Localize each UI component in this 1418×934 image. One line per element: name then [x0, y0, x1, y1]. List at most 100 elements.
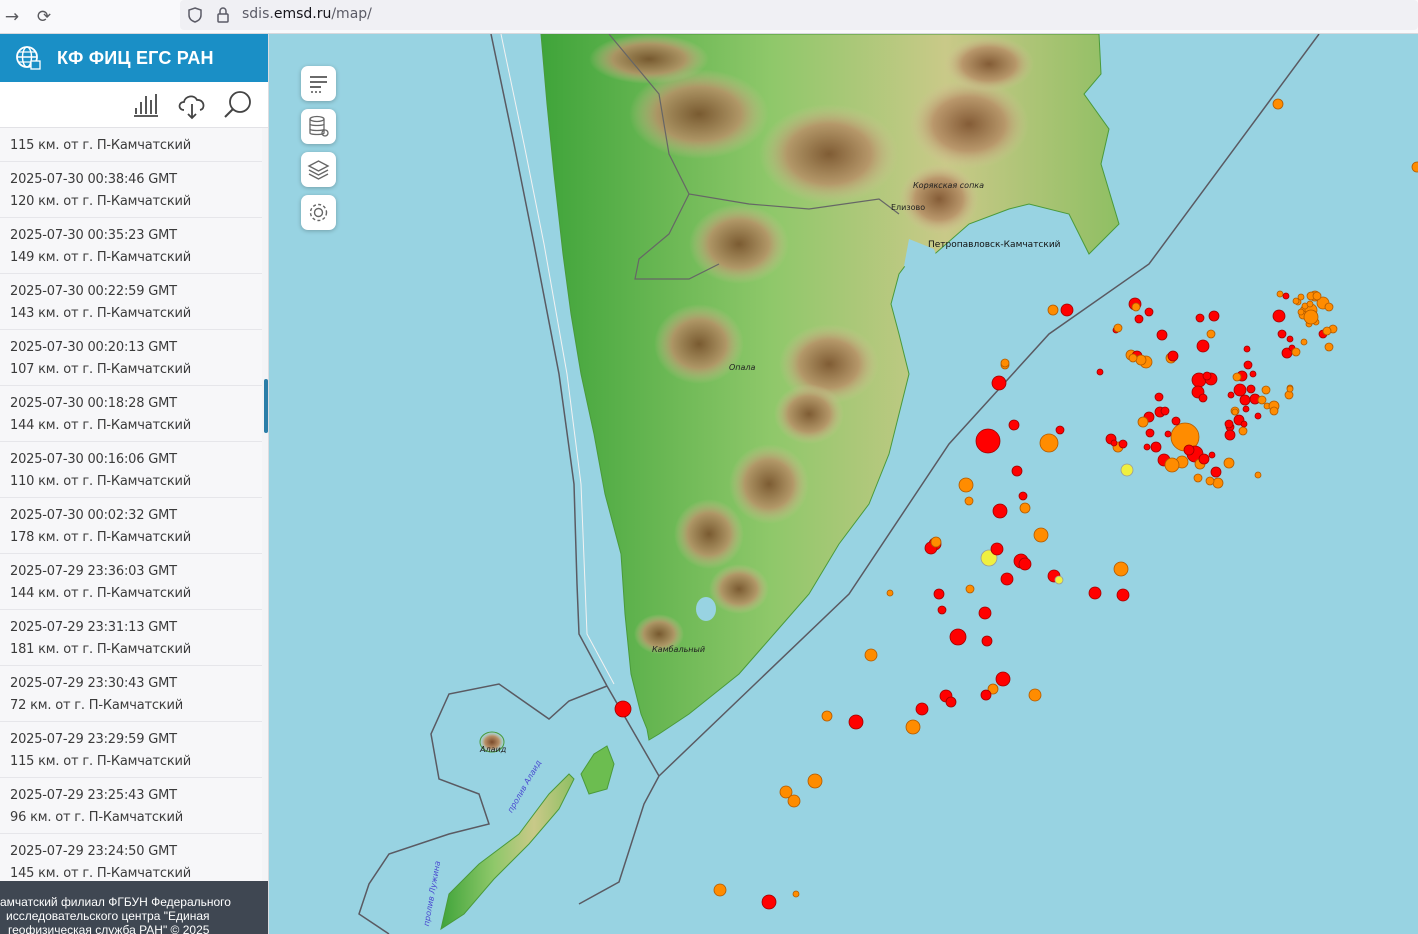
- earthquake-marker[interactable]: [1195, 313, 1205, 323]
- earthquake-marker[interactable]: [991, 375, 1007, 391]
- earthquake-marker[interactable]: [1143, 443, 1151, 451]
- earthquake-marker[interactable]: [1272, 309, 1286, 323]
- earthquake-marker[interactable]: [1116, 588, 1130, 602]
- earthquake-marker[interactable]: [1210, 466, 1222, 478]
- earthquake-marker[interactable]: [1223, 457, 1235, 469]
- earthquake-marker[interactable]: [995, 671, 1011, 687]
- list-item[interactable]: 2025-07-30 00:22:59 GMT 143 км. от г. П-К…: [0, 274, 262, 330]
- earthquake-marker[interactable]: [1205, 476, 1215, 486]
- earthquake-marker[interactable]: [1193, 473, 1203, 483]
- earthquake-marker[interactable]: [1145, 428, 1155, 438]
- earthquake-marker[interactable]: [915, 702, 929, 716]
- list-item[interactable]: 2025-07-30 00:20:13 GMT 107 км. от г. П-К…: [0, 330, 262, 386]
- earthquake-marker[interactable]: [1292, 297, 1300, 305]
- earthquake-marker[interactable]: [1232, 372, 1242, 382]
- earthquake-marker[interactable]: [1028, 688, 1042, 702]
- earthquake-marker[interactable]: [1096, 368, 1104, 376]
- earthquake-marker[interactable]: [1297, 308, 1305, 316]
- earthquake-marker[interactable]: [864, 648, 878, 662]
- earthquake-marker[interactable]: [981, 635, 993, 647]
- earthquake-marker[interactable]: [1224, 429, 1236, 441]
- list-item[interactable]: 2025-07-29 23:31:13 GMT 181 км. от г. П-К…: [0, 610, 262, 666]
- earthquake-marker[interactable]: [930, 536, 942, 548]
- earthquake-marker[interactable]: [1276, 290, 1284, 298]
- earthquake-marker[interactable]: [1120, 463, 1134, 477]
- earthquake-marker[interactable]: [1164, 457, 1180, 473]
- earthquake-marker[interactable]: [1156, 329, 1168, 341]
- earthquake-marker[interactable]: [980, 689, 992, 701]
- earthquake-marker[interactable]: [1198, 453, 1210, 465]
- reload-icon[interactable]: ⟳: [32, 5, 56, 29]
- earthquake-marker[interactable]: [1206, 329, 1216, 339]
- earthquake-marker[interactable]: [1233, 383, 1247, 397]
- earthquake-marker[interactable]: [1261, 385, 1271, 395]
- map-view[interactable]: Корякская сопка Елизово Петропавловск-Ка…: [269, 34, 1418, 934]
- earthquake-marker[interactable]: [761, 894, 777, 910]
- earthquake-marker[interactable]: [1039, 433, 1059, 453]
- earthquake-marker[interactable]: [1018, 491, 1028, 501]
- earthquake-marker[interactable]: [1254, 471, 1262, 479]
- layers-list-button[interactable]: [301, 66, 336, 101]
- stack-layers-button[interactable]: [301, 152, 336, 187]
- earthquake-marker[interactable]: [1047, 304, 1059, 316]
- earthquake-marker[interactable]: [1171, 416, 1181, 426]
- earthquake-marker[interactable]: [1257, 395, 1267, 405]
- earthquake-marker[interactable]: [1113, 323, 1123, 333]
- earthquake-marker[interactable]: [945, 696, 957, 708]
- settings-button[interactable]: [301, 195, 336, 230]
- url-text[interactable]: sdis.emsd.ru/map/: [242, 6, 372, 22]
- earthquake-marker[interactable]: [1055, 425, 1065, 435]
- earthquake-marker[interactable]: [1183, 444, 1195, 456]
- earthquake-marker[interactable]: [1137, 416, 1149, 428]
- earthquake-marker[interactable]: [1208, 451, 1216, 459]
- earthquake-marker[interactable]: [1160, 406, 1170, 416]
- earthquake-marker[interactable]: [937, 605, 947, 615]
- earthquake-marker[interactable]: [949, 628, 967, 646]
- earthquake-marker[interactable]: [1196, 339, 1210, 353]
- earthquake-marker[interactable]: [964, 496, 974, 506]
- earthquake-marker[interactable]: [1154, 392, 1164, 402]
- earthquake-marker[interactable]: [1224, 419, 1234, 429]
- earthquake-marker[interactable]: [1272, 98, 1284, 110]
- lock-icon[interactable]: [216, 6, 230, 24]
- list-item[interactable]: 2025-07-29 23:29:59 GMT 115 км. от г. П-К…: [0, 722, 262, 778]
- database-settings-button[interactable]: [301, 109, 336, 144]
- list-item[interactable]: 2025-07-30 00:02:32 GMT 178 км. от г. П-К…: [0, 498, 262, 554]
- earthquake-marker[interactable]: [1324, 342, 1334, 352]
- earthquake-marker[interactable]: [965, 584, 975, 594]
- earthquake-marker[interactable]: [975, 428, 1001, 454]
- earthquake-marker[interactable]: [978, 606, 992, 620]
- earthquake-marker[interactable]: [1212, 477, 1224, 489]
- earthquake-marker[interactable]: [1202, 371, 1212, 381]
- list-item[interactable]: 2025-07-29 23:25:43 GMT 96 км. от г. П-Ка…: [0, 778, 262, 834]
- list-item[interactable]: 2025-07-29 23:36:03 GMT 144 км. от г. П-К…: [0, 554, 262, 610]
- earthquake-marker[interactable]: [1118, 439, 1128, 449]
- earthquake-marker[interactable]: [1054, 575, 1064, 585]
- earthquake-marker[interactable]: [1286, 335, 1294, 343]
- list-item[interactable]: 2025-07-30 00:39:16 GMT 115 км. от г. П-К…: [0, 128, 262, 162]
- earthquake-marker[interactable]: [1227, 391, 1235, 399]
- earthquake-marker[interactable]: [1240, 420, 1248, 428]
- earthquake-marker[interactable]: [1291, 347, 1301, 357]
- earthquake-marker[interactable]: [1231, 408, 1239, 416]
- earthquake-marker[interactable]: [1131, 302, 1141, 312]
- earthquake-marker[interactable]: [1286, 385, 1294, 393]
- earthquake-marker[interactable]: [1282, 292, 1290, 300]
- earthquake-marker[interactable]: [1110, 439, 1118, 447]
- earthquake-marker[interactable]: [614, 700, 632, 718]
- earthquake-marker[interactable]: [821, 710, 833, 722]
- earthquake-marker[interactable]: [1167, 350, 1179, 362]
- earthquake-marker[interactable]: [933, 588, 945, 600]
- earthquake-marker[interactable]: [1060, 303, 1074, 317]
- earthquake-marker[interactable]: [1300, 338, 1308, 346]
- earthquake-marker[interactable]: [1243, 345, 1251, 353]
- earthquake-marker[interactable]: [1135, 354, 1147, 366]
- earthquake-marker[interactable]: [1243, 360, 1253, 370]
- earthquake-marker[interactable]: [1019, 502, 1031, 514]
- earthquake-marker[interactable]: [1088, 586, 1102, 600]
- back-arrow-icon[interactable]: →: [0, 5, 24, 29]
- earthquake-marker[interactable]: [1144, 307, 1154, 317]
- earthquake-marker[interactable]: [905, 719, 921, 735]
- earthquake-marker[interactable]: [1238, 426, 1248, 436]
- earthquake-marker[interactable]: [1249, 370, 1257, 378]
